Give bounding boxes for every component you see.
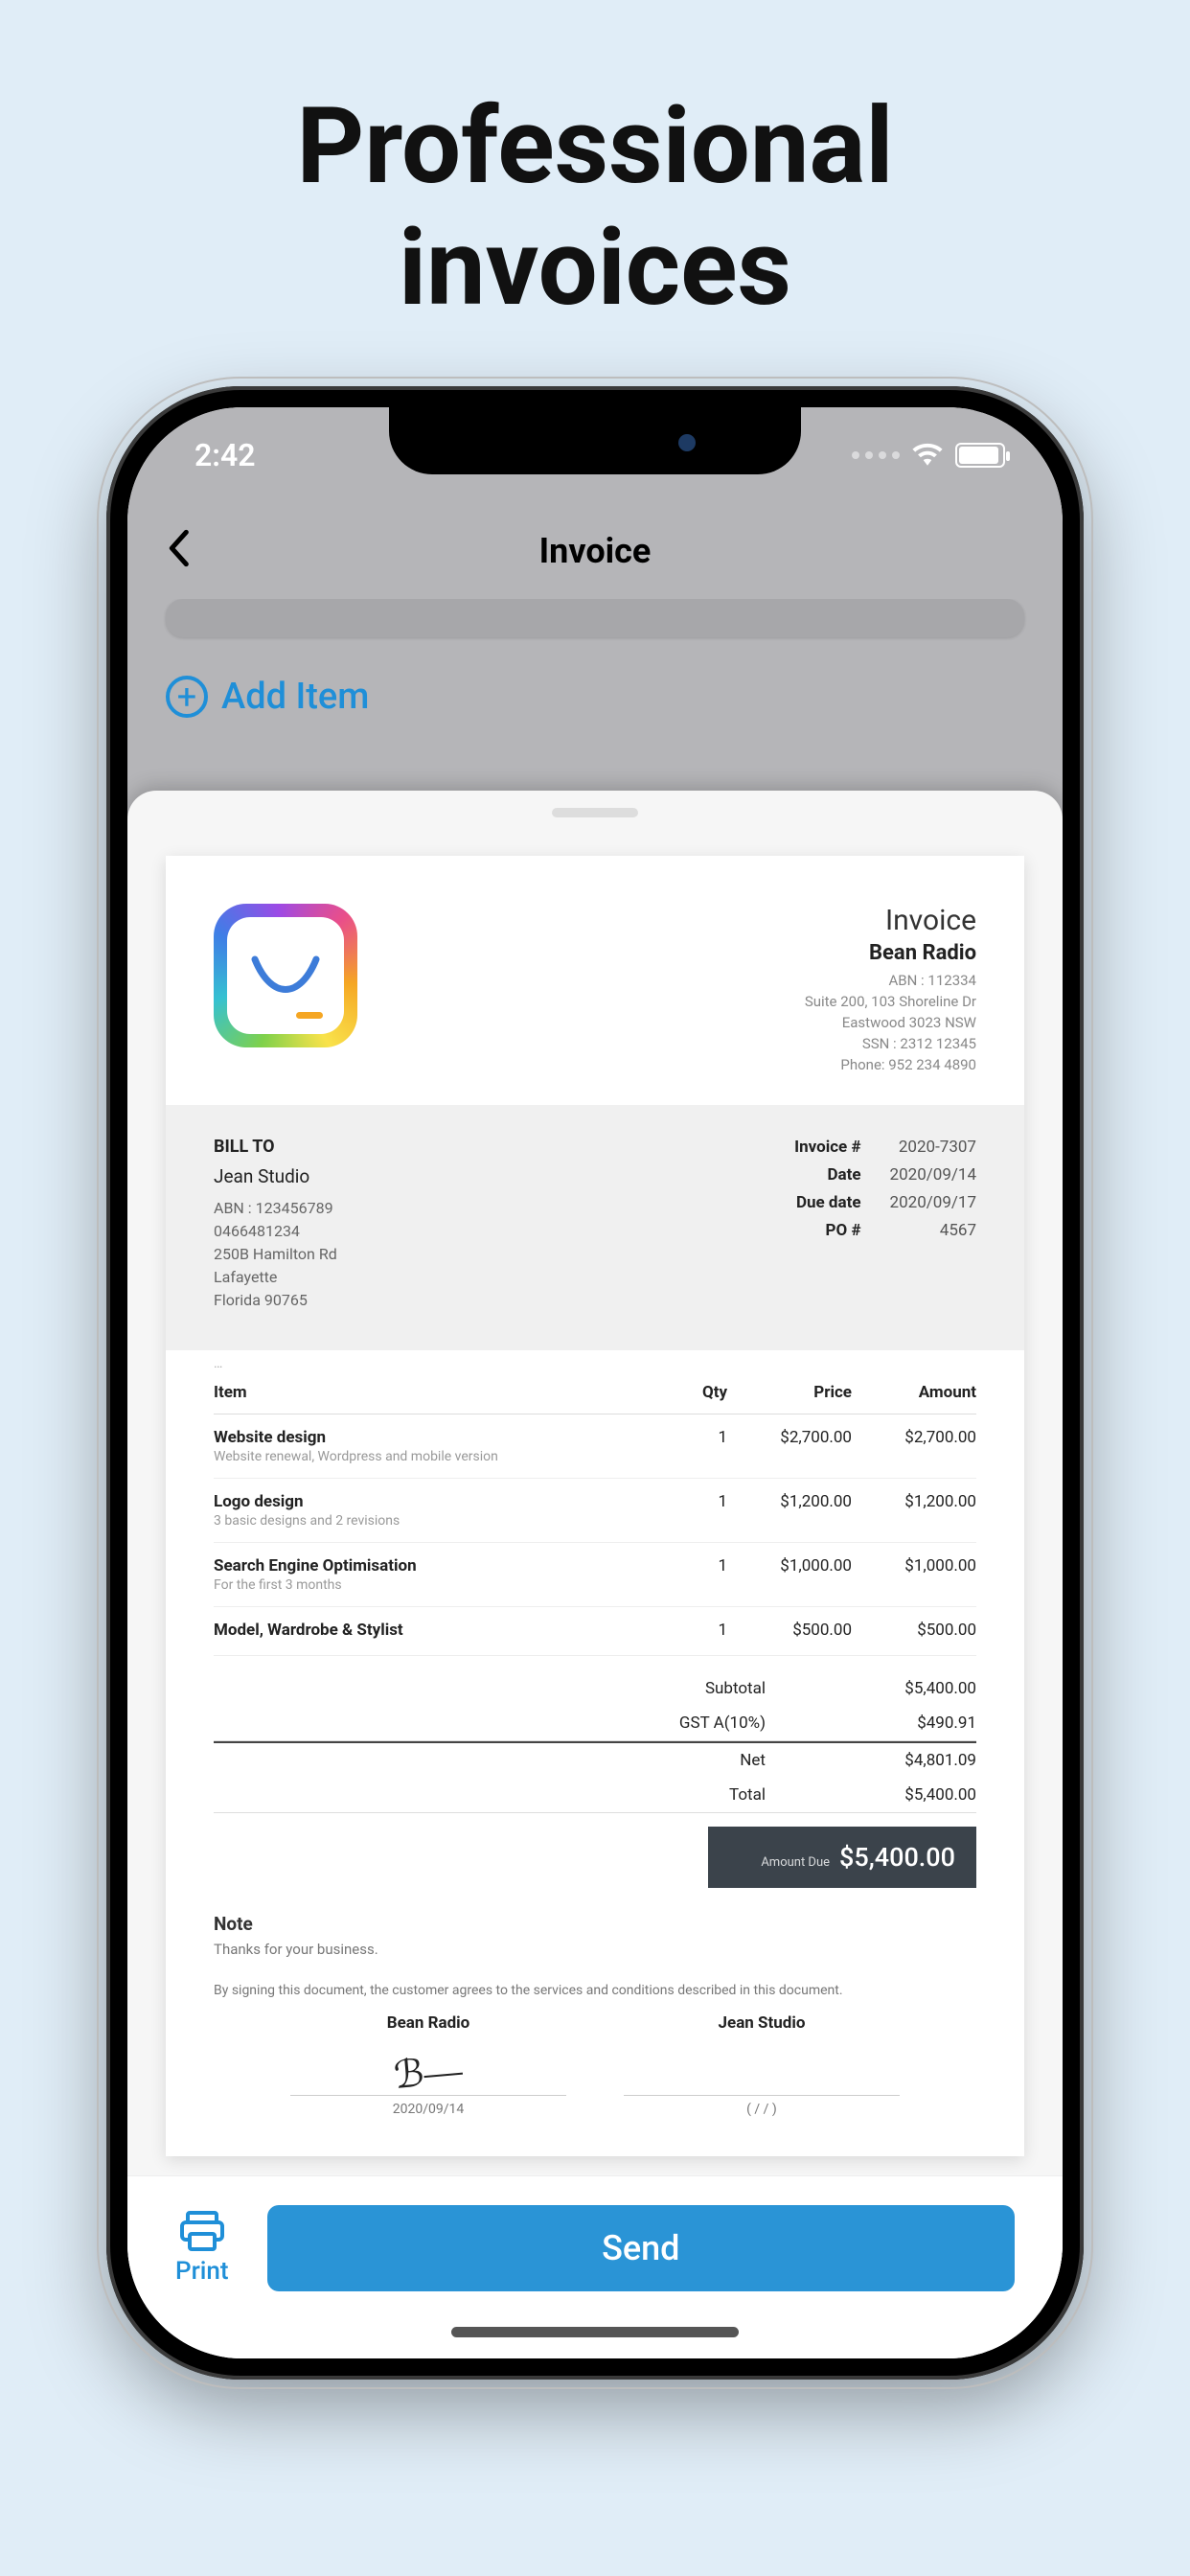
- signature-section: Bean Radio ℬ— 2020/09/14 Jean Studio ( /…: [166, 2013, 1024, 2136]
- line-items-table: … Item Qty Price Amount Website designWe…: [166, 1350, 1024, 1656]
- signature-icon: ℬ—: [392, 2046, 464, 2097]
- add-item-button[interactable]: + Add Item: [166, 676, 1024, 718]
- company-name: Bean Radio: [805, 941, 976, 965]
- totals-block: Subtotal$5,400.00 GST A(10%)$490.91 Net$…: [166, 1656, 1024, 1888]
- wifi-icon: [911, 437, 944, 473]
- bill-to-block: BILL TO Jean Studio ABN : 123456789 0466…: [214, 1134, 337, 1312]
- note-body: Thanks for your business.: [214, 1941, 976, 1958]
- battery-icon: [955, 443, 1005, 468]
- print-button[interactable]: Print: [175, 2211, 229, 2286]
- plus-circle-icon: +: [166, 676, 208, 718]
- status-time: 2:42: [195, 437, 256, 473]
- signature-line-right: [624, 2048, 900, 2096]
- signature-line-left: ℬ—: [290, 2048, 566, 2096]
- send-button[interactable]: Send: [267, 2205, 1015, 2291]
- line-item-row: Model, Wardrobe & Stylist 1 $500.00 $500…: [214, 1607, 976, 1656]
- company-logo: [214, 904, 357, 1047]
- print-label: Print: [175, 2257, 229, 2286]
- home-indicator[interactable]: [451, 2327, 739, 2337]
- phone-notch: [389, 407, 801, 474]
- nav-bar: Invoice: [127, 503, 1063, 599]
- company-meta: ABN : 112334 Suite 200, 103 Shoreline Dr…: [805, 971, 976, 1075]
- status-indicators: [852, 437, 1005, 473]
- print-icon: [178, 2211, 226, 2251]
- amount-due-box: Amount Due $5,400.00: [708, 1827, 976, 1888]
- line-item-row: Search Engine OptimisationFor the first …: [214, 1543, 976, 1607]
- hero-title: Professional invoices: [297, 86, 894, 329]
- invoice-preview-sheet: Invoice Bean Radio ABN : 112334 Suite 20…: [127, 791, 1063, 2358]
- cellular-dots-icon: [852, 451, 900, 459]
- line-item-row: Logo design3 basic designs and 2 revisio…: [214, 1479, 976, 1543]
- invoice-document: Invoice Bean Radio ABN : 112334 Suite 20…: [166, 856, 1024, 2156]
- add-item-label: Add Item: [221, 676, 369, 718]
- note-title: Note: [214, 1913, 976, 1935]
- sheet-handle[interactable]: [552, 808, 638, 817]
- send-label: Send: [602, 2228, 679, 2268]
- disclaimer-text: By signing this document, the customer a…: [166, 1967, 1024, 2013]
- phone-screen: 2:42 Invoice + Add Item: [127, 407, 1063, 2358]
- line-item-row: Website designWebsite renewal, Wordpress…: [214, 1414, 976, 1479]
- phone-frame: 2:42 Invoice + Add Item: [106, 386, 1084, 2380]
- doc-type-title: Invoice: [805, 904, 976, 937]
- back-button[interactable]: [166, 524, 191, 579]
- nav-title: Invoice: [127, 531, 1063, 571]
- background-content: + Add Item: [127, 599, 1063, 823]
- previous-card: [166, 599, 1024, 637]
- invoice-meta-block: Invoice # Date Due date PO # 2020-7307 2…: [794, 1134, 976, 1312]
